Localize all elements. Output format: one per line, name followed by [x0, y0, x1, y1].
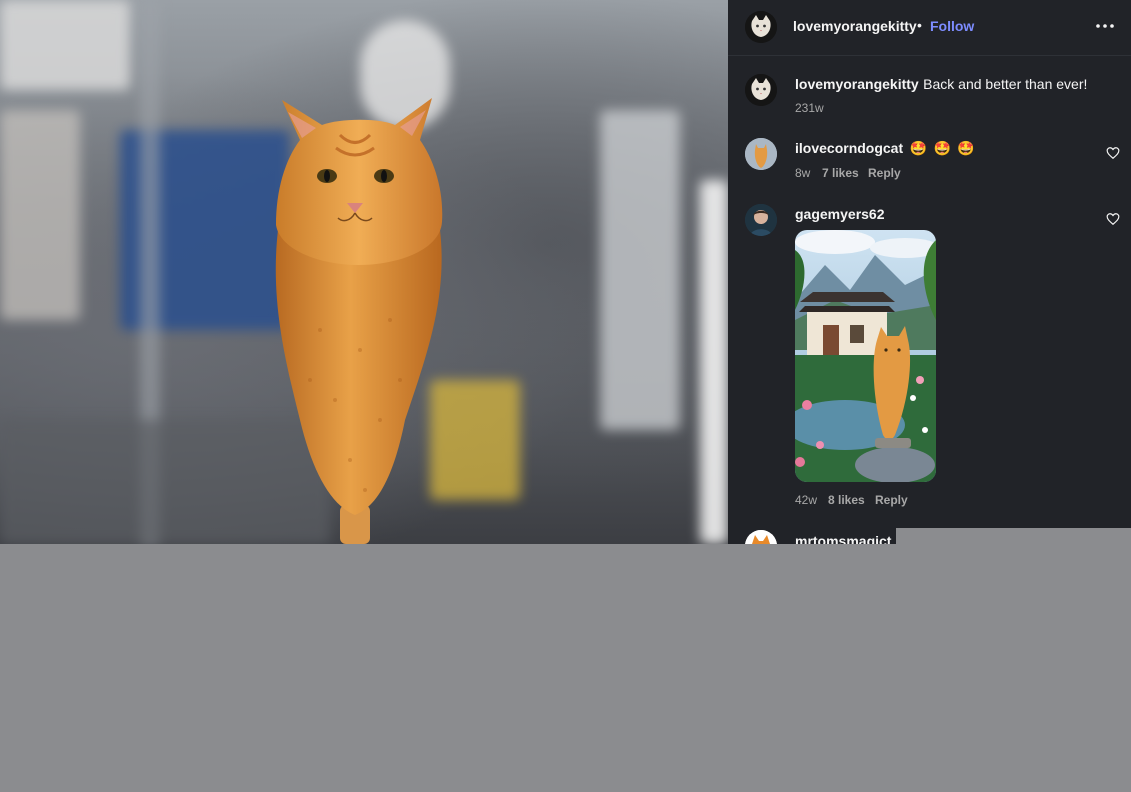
reply-button[interactable]: Reply [868, 166, 901, 180]
follow-button[interactable]: Follow [930, 18, 974, 34]
comment-line: ilovecorndogcat 🤩 🤩 🤩 [795, 140, 975, 158]
comment-username[interactable]: ilovecorndogcat [795, 140, 903, 156]
cat-avatar-icon [745, 11, 777, 43]
post-header: lovemyorangekitty • Follow [728, 0, 1131, 56]
corndog-cat-image [275, 98, 443, 544]
comment-username[interactable]: mrtomsmagict [795, 533, 891, 544]
cat-avatar-icon [745, 74, 777, 106]
corndog-avatar-icon [745, 138, 777, 170]
star-struck-emoji: 🤩 [933, 140, 951, 156]
comments-panel: lovemyorangekitty • Follow lovemyorangek [728, 0, 1131, 544]
comment-likes[interactable]: 8 likes [828, 493, 865, 507]
garden-cat-image [795, 230, 936, 482]
commenter-avatar[interactable] [745, 138, 777, 170]
caption-time: 231w [795, 101, 824, 115]
comment-image[interactable] [795, 230, 936, 482]
reply-button[interactable]: Reply [875, 493, 908, 507]
commenter-avatar[interactable] [745, 530, 777, 544]
person-avatar-icon [745, 204, 777, 236]
overlay-block [896, 528, 1131, 544]
author-avatar[interactable] [745, 11, 777, 43]
caption-text: Back and better than ever! [923, 76, 1088, 92]
cat-avatar-icon [745, 530, 777, 544]
post-photo[interactable] [0, 0, 728, 544]
more-options-icon[interactable] [1094, 14, 1116, 38]
comment-likes[interactable]: 7 likes [822, 166, 859, 180]
author-username[interactable]: lovemyorangekitty [793, 18, 917, 34]
separator-dot: • [917, 17, 922, 33]
overlay-block [0, 544, 1131, 792]
caption-username[interactable]: lovemyorangekitty [795, 76, 919, 92]
heart-icon[interactable] [1106, 146, 1120, 160]
comment-time: 42w [795, 493, 818, 507]
comment-time: 8w [795, 166, 811, 180]
caption-line: lovemyorangekitty Back and better than e… [795, 76, 1115, 94]
commenter-avatar[interactable] [745, 204, 777, 236]
heart-icon[interactable] [1106, 212, 1120, 226]
comment-username[interactable]: gagemyers62 [795, 206, 885, 222]
app-root: { "post": { "author": "lovemyorangekitty… [0, 0, 1131, 792]
star-struck-emoji: 🤩 [909, 140, 928, 156]
star-struck-emoji: 🤩 [957, 140, 975, 156]
caption-avatar[interactable] [745, 74, 777, 106]
